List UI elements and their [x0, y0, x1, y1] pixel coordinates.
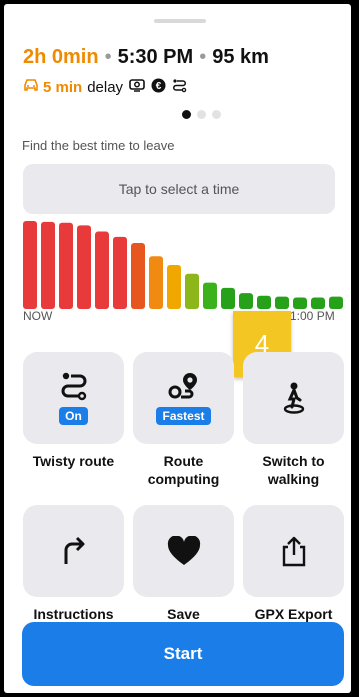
instructions-button[interactable] — [23, 505, 124, 597]
route-summary: 2h 0min • 5:30 PM • 95 km — [23, 46, 269, 69]
traffic-bar[interactable] — [311, 297, 325, 309]
walking-icon — [279, 381, 309, 415]
twisty-route-button[interactable]: On — [23, 352, 124, 444]
route-computing-icon — [167, 371, 201, 401]
switch-to-walking-button[interactable] — [243, 352, 344, 444]
separator: • — [199, 46, 207, 68]
switch-to-walking-label: Switch to walking — [243, 452, 344, 488]
route-computing-button[interactable]: Fastest — [133, 352, 234, 444]
time-select-button[interactable]: Tap to select a time — [23, 164, 335, 214]
traffic-bar[interactable] — [131, 243, 145, 309]
toll-icon: € — [151, 78, 166, 97]
start-button[interactable]: Start — [22, 622, 344, 686]
traffic-bar[interactable] — [221, 287, 235, 309]
time-select-label: Tap to select a time — [118, 181, 240, 197]
separator: • — [104, 46, 112, 68]
twisty-route-icon — [60, 371, 88, 401]
chart-end-label: 1:00 PM — [290, 309, 335, 323]
svg-text:€: € — [156, 81, 162, 92]
label-line: Switch to — [262, 453, 325, 469]
traffic-bar[interactable] — [167, 265, 181, 309]
drag-handle[interactable] — [154, 19, 206, 23]
traffic-bar[interactable] — [77, 225, 91, 309]
departure-prompt: Find the best time to leave — [22, 138, 175, 153]
gpx-export-button[interactable] — [243, 505, 344, 597]
gpx-export-label: GPX Export — [254, 606, 333, 622]
traffic-forecast-chart[interactable] — [23, 221, 343, 313]
traffic-bar[interactable] — [275, 296, 289, 309]
route-computing-label: Route computing — [133, 452, 234, 488]
car-icon — [23, 78, 39, 96]
save-button[interactable] — [133, 505, 234, 597]
traffic-bar[interactable] — [293, 297, 307, 309]
turn-right-icon — [60, 536, 88, 566]
page-dot[interactable] — [182, 110, 191, 119]
traffic-bar[interactable] — [95, 231, 109, 309]
label-line: computing — [147, 471, 220, 487]
distance: 95 km — [212, 46, 269, 68]
traffic-bar[interactable] — [239, 293, 253, 309]
page-dot[interactable] — [197, 110, 206, 119]
chart-start-label: NOW — [23, 309, 53, 323]
traffic-bar[interactable] — [41, 221, 55, 309]
delay-minutes: 5 min — [43, 78, 83, 96]
route-sheet: 2h 0min • 5:30 PM • 95 km 5 min delay € Find… — [4, 4, 351, 693]
arrival-time: 5:30 PM — [117, 46, 194, 68]
delay-label: delay — [87, 78, 124, 96]
traffic-bar[interactable] — [203, 282, 217, 309]
heart-icon — [167, 536, 201, 566]
traffic-bar[interactable] — [329, 296, 343, 309]
traffic-delay: 5 min delay € — [23, 77, 187, 97]
save-label: Save — [167, 606, 200, 622]
twisty-route-icon — [172, 78, 187, 97]
traffic-bar[interactable] — [113, 236, 127, 309]
duration: 2h 0min — [23, 46, 99, 68]
traffic-bar[interactable] — [149, 256, 163, 309]
traffic-bar[interactable] — [257, 295, 271, 309]
page-indicator[interactable] — [182, 110, 221, 119]
label-line: Route — [163, 453, 204, 469]
page-dot[interactable] — [212, 110, 221, 119]
traffic-bar[interactable] — [185, 273, 199, 309]
twisty-route-status: On — [59, 407, 88, 425]
traffic-bar[interactable] — [23, 221, 37, 309]
route-computing-mode: Fastest — [156, 407, 211, 425]
start-label: Start — [163, 644, 203, 663]
label-line: walking — [267, 471, 320, 487]
twisty-route-label: Twisty route — [32, 453, 115, 469]
speed-camera-icon — [129, 78, 145, 96]
traffic-bar[interactable] — [59, 222, 73, 309]
instructions-label: Instructions — [33, 606, 114, 622]
share-icon — [281, 535, 307, 567]
